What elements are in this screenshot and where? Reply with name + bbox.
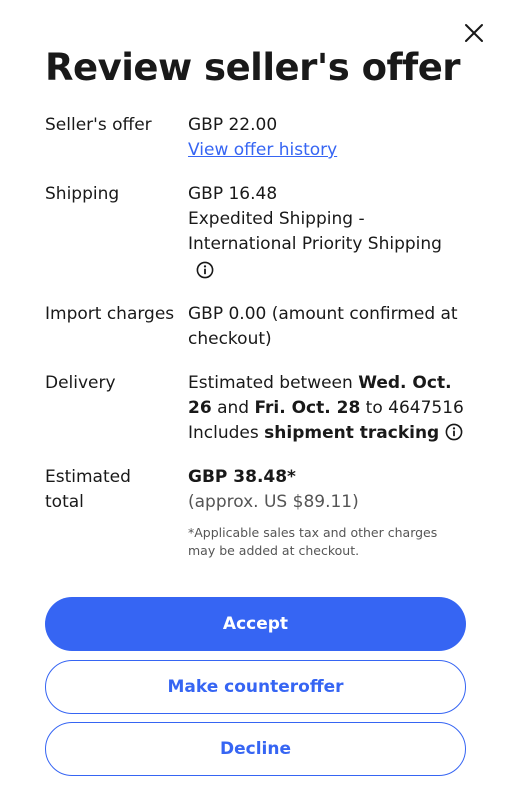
delivery-date-to: Fri. Oct. 28 [254,398,361,418]
tracking-line: Includes shipment tracking [188,421,478,446]
make-counteroffer-button[interactable]: Make counteroffer [45,660,466,714]
delivery-estimate: Estimated between Wed. Oct. 26 and Fri. … [188,373,464,418]
review-offer-dialog: Review seller's offer Seller's offer GBP… [0,0,507,800]
delivery-value: Estimated between Wed. Oct. 26 and Fri. … [188,371,478,446]
info-icon[interactable] [445,423,463,441]
total-approx-usd: (approx. US $89.11) [188,492,359,512]
estimated-total-label: Estimated total [45,467,131,512]
total-amount: GBP 38.48* [188,467,296,487]
shipping-label: Shipping [45,184,120,204]
offer-value: GBP 22.00 View offer history [188,113,478,163]
decline-button[interactable]: Decline [45,722,466,776]
shipping-value: GBP 16.48 Expedited Shipping - Internati… [188,182,478,282]
shipping-method-line1: Expedited Shipping - [188,209,365,229]
tax-disclaimer: *Applicable sales tax and other charges … [188,525,438,558]
delivery-postcode: to 4647516 [360,398,464,418]
shipping-method-line2: International Priority Shipping [188,234,442,254]
shipping-amount: GBP 16.48 [188,184,278,204]
close-button[interactable] [458,17,490,49]
delivery-label: Delivery [45,373,116,393]
accept-button[interactable]: Accept [45,597,466,651]
shipment-tracking-text: shipment tracking [264,423,440,443]
offer-amount: GBP 22.00 [188,115,278,135]
estimated-total-value: GBP 38.48* (approx. US $89.11) [188,465,478,515]
view-offer-history-link[interactable]: View offer history [188,140,337,160]
offer-label: Seller's offer [45,115,152,135]
info-icon[interactable] [196,261,214,279]
close-icon[interactable] [463,22,485,44]
import-charges-label: Import charges [45,304,175,324]
import-charges-value: GBP 0.00 (amount confirmed at checkout) [188,304,458,349]
dialog-title: Review seller's offer [45,46,461,89]
